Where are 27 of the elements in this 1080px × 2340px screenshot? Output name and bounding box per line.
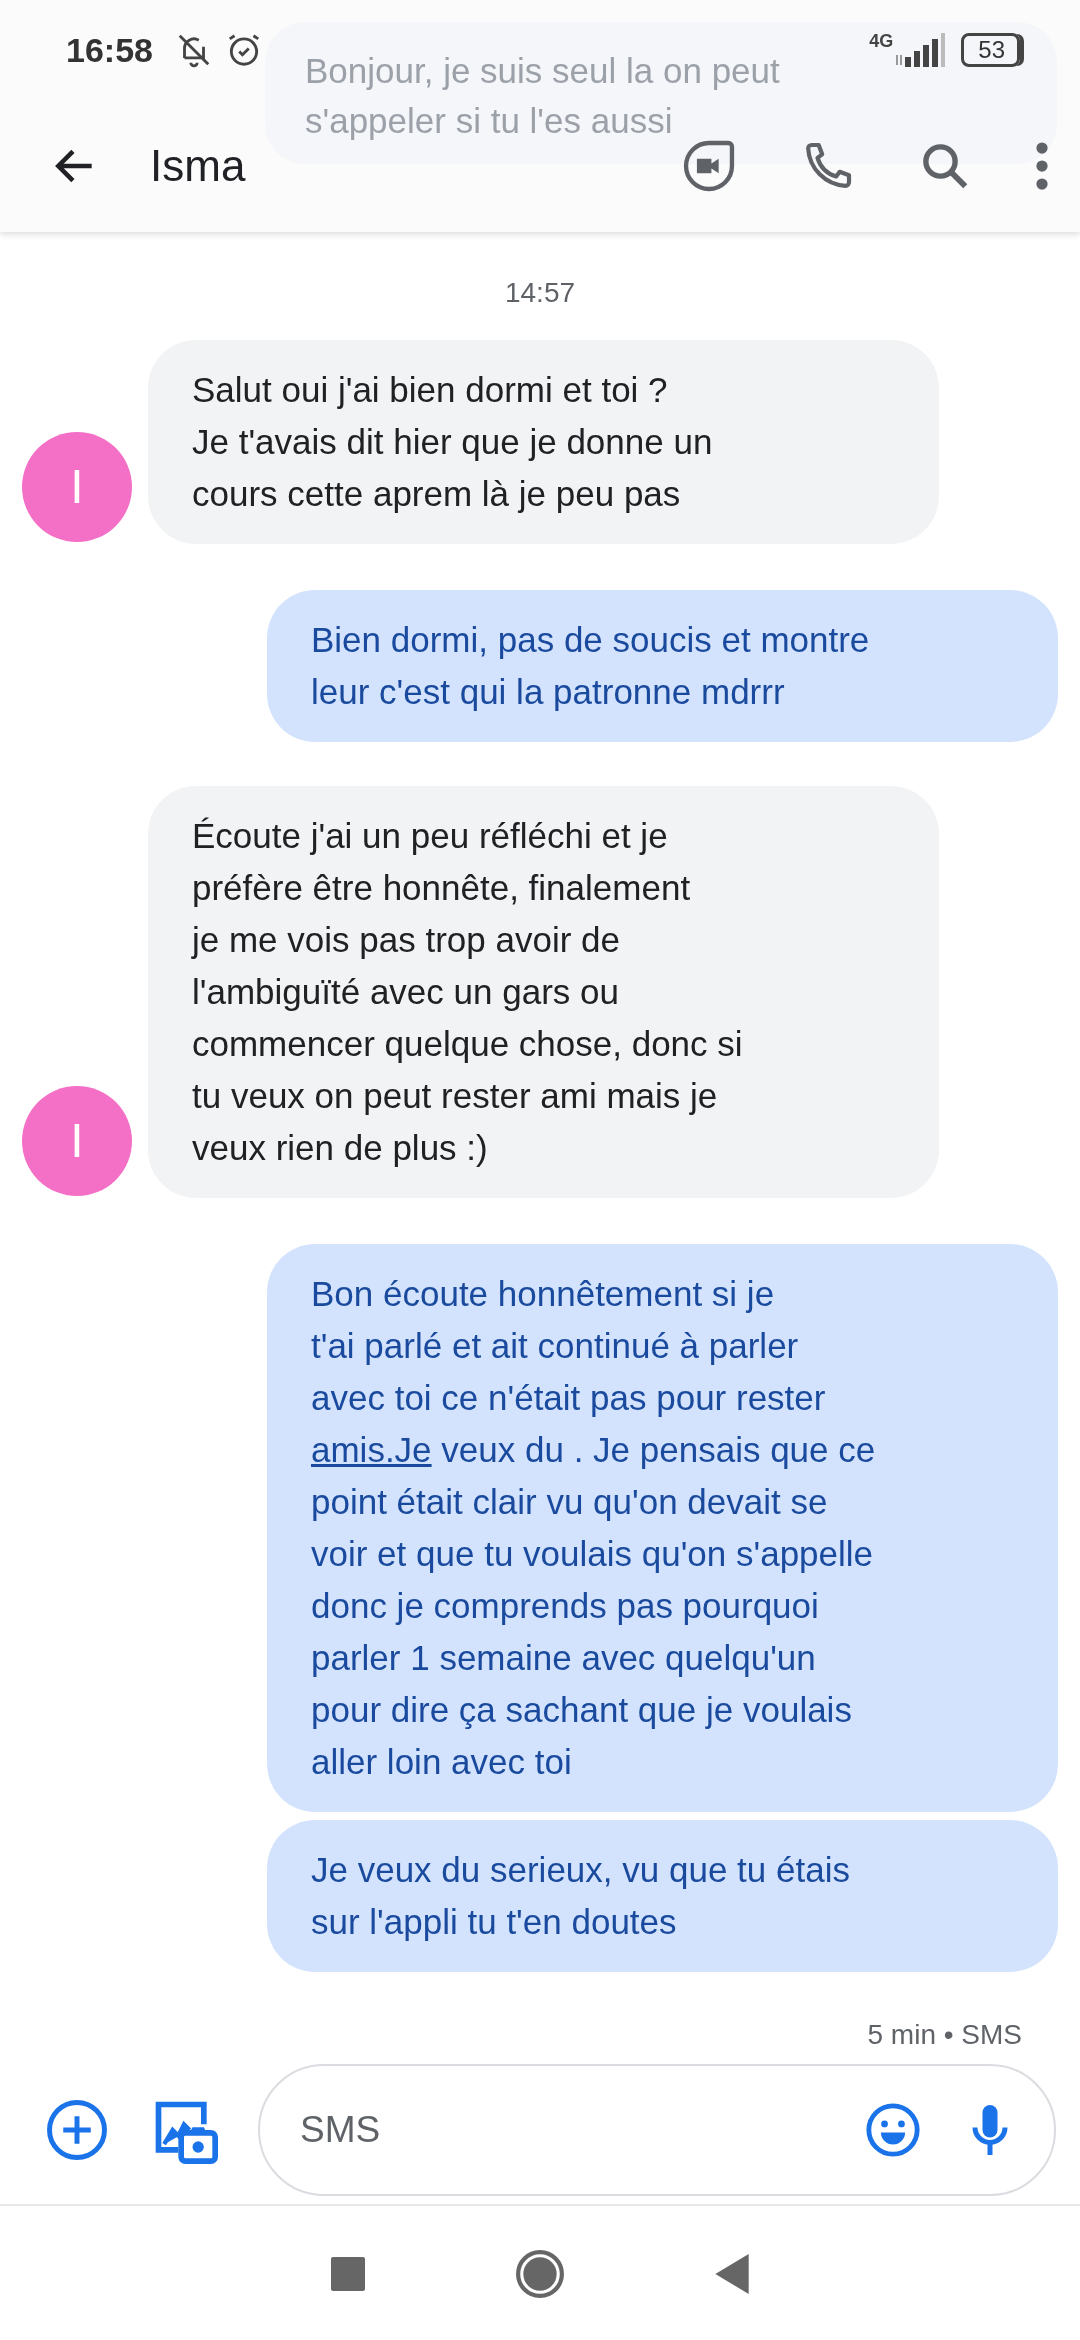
message-bubble: Bien dormi, pas de soucis et montre leur c'est qui la patronne mdrrr <box>267 590 1058 742</box>
message-bubble: Salut oui j'ai bien dormi et toi ? Je t'avais dit hier que je donne un cours cette aprem là je peu pas <box>148 340 939 544</box>
home-button[interactable] <box>515 2249 565 2299</box>
plus-circle-icon <box>44 2097 110 2163</box>
message-link[interactable]: amis.Je <box>311 1430 432 1469</box>
triangle-left-icon <box>715 2254 749 2294</box>
add-button[interactable] <box>44 2097 110 2163</box>
circle-icon <box>515 2249 565 2299</box>
square-icon <box>331 2257 365 2291</box>
emoji-button[interactable] <box>864 2101 922 2159</box>
more-options-button[interactable] <box>1034 139 1050 193</box>
message-bubble: Je veux du serieux, vu que tu étais sur l'appli tu t'en doutes <box>267 1820 1058 1972</box>
contact-avatar[interactable]: I <box>22 432 132 542</box>
smiley-icon <box>864 2101 922 2159</box>
more-vertical-icon <box>1034 139 1050 193</box>
status-time: 16:58 <box>66 29 153 71</box>
contact-name: Isma <box>150 140 246 192</box>
message-timestamp: 14:57 <box>503 276 577 310</box>
message-input[interactable]: SMS <box>258 2064 1056 2196</box>
message-status: 5 min • SMS <box>866 2018 1023 2052</box>
message-bubble: Bon écoute honnêtement si je t'ai parlé et ait continué à parler avec toi ce n'était pas pour rester amis.Je veux du . Je pensais que ce point était clair vu qu'on devait se voir et que tu voulais qu'on s'appelle donc je comprends pas pourquoi parler 1 semaine avec quelqu'un pour dire ça sachant que je voulais aller loin avec toi <box>267 1244 1058 1812</box>
notification-text: Bonjour, je suis seul la on peut s'appeler si tu l'es aussi <box>305 50 780 142</box>
message-bubble: Écoute j'ai un peu réfléchi et je préfère être honnête, finalement je me vois pas trop avoir de l'ambiguïté avec un gars ou commencer quelque chose, donc si tu veux on peut rester ami mais je veux rien de plus :) <box>148 786 939 1198</box>
network-label: 4G <box>869 30 894 53</box>
signal-icon <box>895 33 946 67</box>
back-nav-button[interactable] <box>715 2254 749 2294</box>
contact-avatar[interactable]: I <box>22 1086 132 1196</box>
